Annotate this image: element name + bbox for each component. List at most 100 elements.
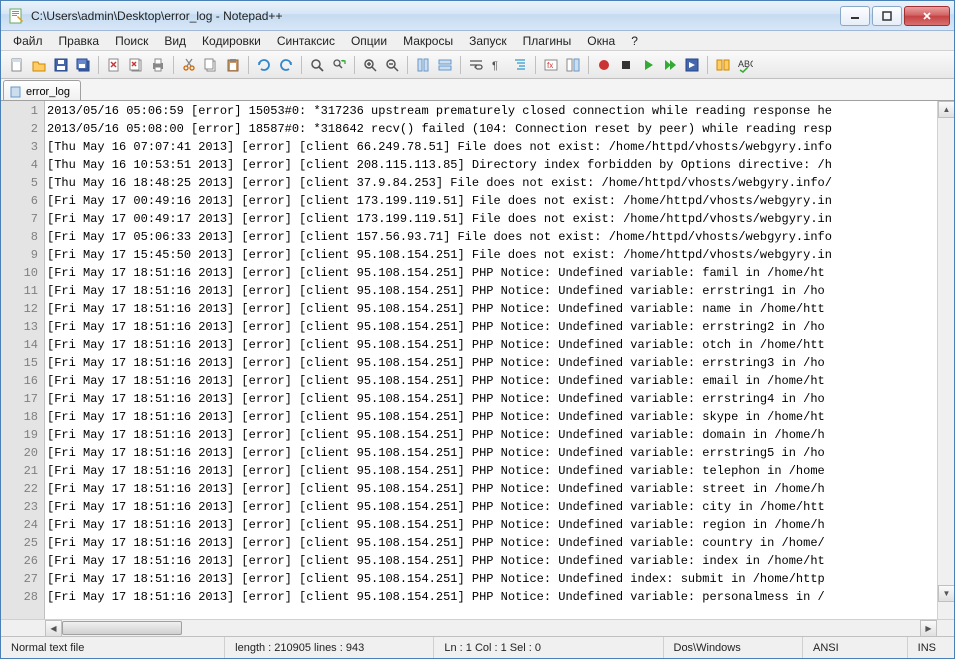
text-line[interactable]: [Fri May 17 18:51:16 2013] [error] [clie… xyxy=(47,372,937,390)
toolbar-sync-h-icon[interactable] xyxy=(435,55,455,75)
menu-plugins[interactable]: Плагины xyxy=(515,32,580,50)
line-number: 6 xyxy=(1,192,38,210)
horizontal-scrollbar[interactable]: ◀ ▶ xyxy=(1,619,954,636)
toolbar-separator xyxy=(301,56,302,74)
text-line[interactable]: [Fri May 17 18:51:16 2013] [error] [clie… xyxy=(47,516,937,534)
menu-run[interactable]: Запуск xyxy=(461,32,515,50)
toolbar-record-macro-icon[interactable] xyxy=(594,55,614,75)
toolbar-open-file-icon[interactable] xyxy=(29,55,49,75)
status-eol[interactable]: Dos\Windows xyxy=(664,637,804,658)
text-line[interactable]: [Fri May 17 18:51:16 2013] [error] [clie… xyxy=(47,444,937,462)
text-line[interactable]: [Fri May 17 18:51:16 2013] [error] [clie… xyxy=(47,462,937,480)
text-line[interactable]: [Thu May 16 07:07:41 2013] [error] [clie… xyxy=(47,138,937,156)
toolbar-compare-icon[interactable] xyxy=(713,55,733,75)
toolbar-paste-icon[interactable] xyxy=(223,55,243,75)
editor: 1234567891011121314151617181920212223242… xyxy=(1,101,954,619)
text-line[interactable]: [Fri May 17 18:51:16 2013] [error] [clie… xyxy=(47,588,937,606)
toolbar-lang-icon[interactable]: fx xyxy=(541,55,561,75)
toolbar-play-multi-icon[interactable] xyxy=(660,55,680,75)
toolbar-redo-icon[interactable] xyxy=(276,55,296,75)
toolbar-save-icon[interactable] xyxy=(51,55,71,75)
menu-file[interactable]: Файл xyxy=(5,32,51,50)
minimize-button[interactable] xyxy=(840,6,870,26)
line-number: 28 xyxy=(1,588,38,606)
toolbar-stop-macro-icon[interactable] xyxy=(616,55,636,75)
text-line[interactable]: [Fri May 17 00:49:16 2013] [error] [clie… xyxy=(47,192,937,210)
toolbar-separator xyxy=(248,56,249,74)
menu-windows[interactable]: Окна xyxy=(579,32,623,50)
close-button[interactable] xyxy=(904,6,950,26)
toolbar-doc-map-icon[interactable] xyxy=(563,55,583,75)
text-line[interactable]: [Fri May 17 18:51:16 2013] [error] [clie… xyxy=(47,336,937,354)
toolbar-new-file-icon[interactable] xyxy=(7,55,27,75)
toolbar-replace-icon[interactable] xyxy=(329,55,349,75)
menu-syntax[interactable]: Синтаксис xyxy=(269,32,343,50)
text-line[interactable]: [Fri May 17 18:51:16 2013] [error] [clie… xyxy=(47,426,937,444)
text-line[interactable]: [Fri May 17 18:51:16 2013] [error] [clie… xyxy=(47,480,937,498)
text-line[interactable]: [Fri May 17 18:51:16 2013] [error] [clie… xyxy=(47,534,937,552)
text-line[interactable]: [Fri May 17 00:49:17 2013] [error] [clie… xyxy=(47,210,937,228)
text-line[interactable]: [Fri May 17 18:51:16 2013] [error] [clie… xyxy=(47,282,937,300)
toolbar-copy-icon[interactable] xyxy=(201,55,221,75)
text-line[interactable]: [Fri May 17 05:06:33 2013] [error] [clie… xyxy=(47,228,937,246)
scroll-up-arrow[interactable]: ▲ xyxy=(938,101,954,118)
toolbar-play-macro-icon[interactable] xyxy=(638,55,658,75)
menu-edit[interactable]: Правка xyxy=(51,32,108,50)
menubar: Файл Правка Поиск Вид Кодировки Синтакси… xyxy=(1,31,954,51)
text-line[interactable]: [Thu May 16 10:53:51 2013] [error] [clie… xyxy=(47,156,937,174)
line-number: 22 xyxy=(1,480,38,498)
status-insert[interactable]: INS xyxy=(908,637,954,658)
scroll-down-arrow[interactable]: ▼ xyxy=(938,585,954,602)
text-line[interactable]: [Thu May 16 18:48:25 2013] [error] [clie… xyxy=(47,174,937,192)
file-icon xyxy=(10,86,22,98)
toolbar-zoom-in-icon[interactable] xyxy=(360,55,380,75)
text-line[interactable]: 2013/05/16 05:08:00 [error] 18587#0: *31… xyxy=(47,120,937,138)
toolbar-zoom-out-icon[interactable] xyxy=(382,55,402,75)
text-line[interactable]: 2013/05/16 05:06:59 [error] 15053#0: *31… xyxy=(47,102,937,120)
text-line[interactable]: [Fri May 17 18:51:16 2013] [error] [clie… xyxy=(47,552,937,570)
text-line[interactable]: [Fri May 17 18:51:16 2013] [error] [clie… xyxy=(47,264,937,282)
text-line[interactable]: [Fri May 17 18:51:16 2013] [error] [clie… xyxy=(47,498,937,516)
scroll-right-arrow[interactable]: ▶ xyxy=(920,620,937,637)
toolbar-find-icon[interactable] xyxy=(307,55,327,75)
hscroll-track[interactable] xyxy=(62,620,920,636)
line-number: 13 xyxy=(1,318,38,336)
toolbar-word-wrap-icon[interactable] xyxy=(466,55,486,75)
menu-view[interactable]: Вид xyxy=(156,32,194,50)
toolbar-indent-guide-icon[interactable] xyxy=(510,55,530,75)
menu-search[interactable]: Поиск xyxy=(107,32,156,50)
status-encoding[interactable]: ANSI xyxy=(803,637,908,658)
text-content[interactable]: 2013/05/16 05:06:59 [error] 15053#0: *31… xyxy=(45,101,937,619)
hscroll-thumb[interactable] xyxy=(62,621,182,635)
tab-error-log[interactable]: error_log xyxy=(3,80,81,100)
text-line[interactable]: [Fri May 17 18:51:16 2013] [error] [clie… xyxy=(47,354,937,372)
text-line[interactable]: [Fri May 17 18:51:16 2013] [error] [clie… xyxy=(47,300,937,318)
toolbar-save-all-icon[interactable] xyxy=(73,55,93,75)
titlebar[interactable]: C:\Users\admin\Desktop\error_log - Notep… xyxy=(1,1,954,31)
status-length: length : 210905 lines : 943 xyxy=(225,637,434,658)
toolbar-cut-icon[interactable] xyxy=(179,55,199,75)
menu-encoding[interactable]: Кодировки xyxy=(194,32,269,50)
toolbar-spellcheck-icon[interactable]: ABC xyxy=(735,55,755,75)
menu-options[interactable]: Опции xyxy=(343,32,395,50)
toolbar-sync-v-icon[interactable] xyxy=(413,55,433,75)
scroll-left-arrow[interactable]: ◀ xyxy=(45,620,62,637)
toolbar-print-icon[interactable] xyxy=(148,55,168,75)
vertical-scrollbar[interactable]: ▲ ▼ xyxy=(937,101,954,619)
text-line[interactable]: [Fri May 17 18:51:16 2013] [error] [clie… xyxy=(47,570,937,588)
maximize-button[interactable] xyxy=(872,6,902,26)
line-number: 16 xyxy=(1,372,38,390)
text-line[interactable]: [Fri May 17 18:51:16 2013] [error] [clie… xyxy=(47,390,937,408)
toolbar-close-icon[interactable] xyxy=(104,55,124,75)
toolbar-undo-icon[interactable] xyxy=(254,55,274,75)
toolbar-separator xyxy=(535,56,536,74)
text-line[interactable]: [Fri May 17 15:45:50 2013] [error] [clie… xyxy=(47,246,937,264)
text-line[interactable]: [Fri May 17 18:51:16 2013] [error] [clie… xyxy=(47,408,937,426)
menu-macros[interactable]: Макросы xyxy=(395,32,461,50)
toolbar-show-all-icon[interactable]: ¶ xyxy=(488,55,508,75)
toolbar-save-macro-icon[interactable] xyxy=(682,55,702,75)
toolbar-close-all-icon[interactable] xyxy=(126,55,146,75)
tab-label: error_log xyxy=(26,86,70,98)
menu-help[interactable]: ? xyxy=(623,32,646,50)
text-line[interactable]: [Fri May 17 18:51:16 2013] [error] [clie… xyxy=(47,318,937,336)
